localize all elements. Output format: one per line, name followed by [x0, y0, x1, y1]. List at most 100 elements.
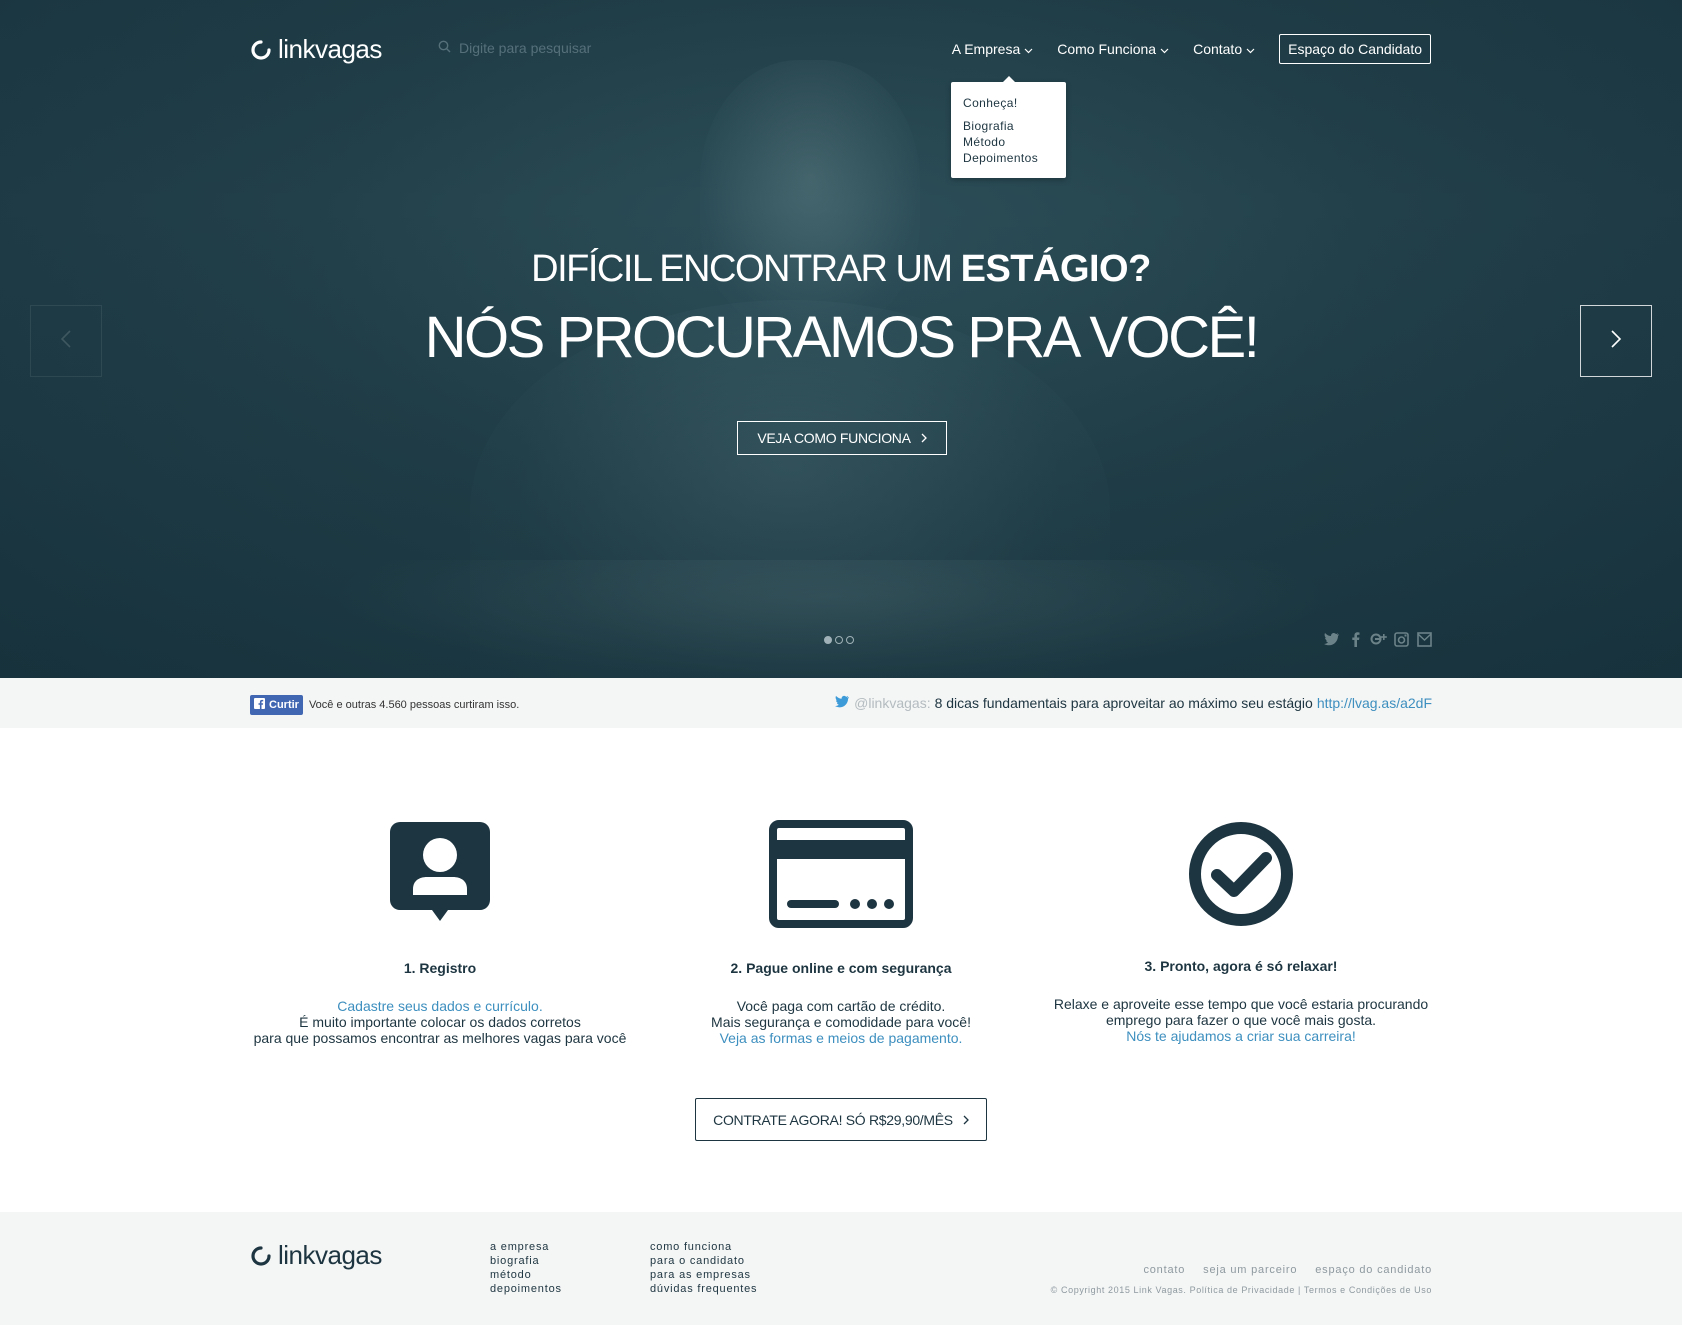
nav-item-label: A Empresa	[951, 41, 1021, 57]
chevron-down-icon	[1246, 41, 1255, 57]
feature-text-line: Relaxe e aproveite esse tempo que você e…	[1053, 996, 1429, 1012]
hero-section: linkvagas A Empresa Como Funciona Contat…	[0, 0, 1682, 678]
hero-subheadline: NÓS PROCURAMOS PRA VOCÊ!	[424, 305, 1260, 370]
footer-link-contato[interactable]: contato	[1143, 1264, 1185, 1276]
facebook-icon[interactable]	[1346, 630, 1364, 648]
feature-registro: 1. Registro Cadastre seus dados e curríc…	[250, 820, 630, 1046]
nav-item-a-empresa[interactable]: A Empresa	[952, 41, 1033, 57]
candidate-area-button[interactable]: Espaço do Candidato	[1279, 34, 1431, 64]
social-strip: Curtir Você e outras 4.560 pessoas curti…	[0, 678, 1682, 728]
dropdown-link-depoimentos[interactable]: Depoimentos	[963, 150, 1054, 166]
chevron-left-icon	[60, 329, 72, 353]
chevron-right-icon	[921, 430, 927, 446]
slider-dot-1[interactable]	[824, 636, 832, 644]
tweet-link[interactable]: http://lvag.as/a2dF	[1317, 695, 1432, 711]
nav-item-label: Contato	[1193, 41, 1243, 57]
hero-headline-bold: ESTÁGIO?	[960, 248, 1152, 290]
chevron-down-icon	[1160, 41, 1169, 57]
feature-text-line: Mais segurança e comodidade para você!	[711, 1014, 971, 1030]
nav-item-como-funciona[interactable]: Como Funciona	[1057, 41, 1169, 57]
footer-copyright: © Copyright 2015 Link Vagas. Política de…	[1050, 1285, 1432, 1295]
footer-link-espaco-do-candidato[interactable]: espaço do candidato	[1315, 1264, 1432, 1276]
footer-column-como-funciona: como funciona para o candidato para as e…	[650, 1240, 757, 1296]
empresa-dropdown-menu: Conheça! Biografia Método Depoimentos	[951, 76, 1066, 178]
hire-now-label: CONTRATE AGORA! SÓ R$29,90/MÊS	[713, 1111, 953, 1128]
slider-dot-2[interactable]	[835, 636, 843, 644]
site-footer: linkvagas a empresa biografia método dep…	[0, 1212, 1682, 1325]
hire-now-button[interactable]: CONTRATE AGORA! SÓ R$29,90/MÊS	[695, 1098, 987, 1141]
facebook-icon	[254, 698, 265, 712]
user-profile-icon	[250, 820, 630, 932]
feature-text-line: emprego para fazer o que você mais gosta…	[1105, 1012, 1377, 1028]
feature-link[interactable]: Nós te ajudamos a criar sua carreira!	[1126, 1028, 1356, 1044]
brand-name-rest: vagas	[315, 34, 382, 64]
brand-logo[interactable]: linkvagas	[250, 34, 382, 65]
feature-pagamento: 2. Pague online e com segurança Você pag…	[651, 820, 1031, 1046]
facebook-like-widget: Curtir Você e outras 4.560 pessoas curti…	[250, 695, 519, 715]
tweet-handle[interactable]: @linkvagas:	[854, 695, 930, 711]
nav-item-contato[interactable]: Contato	[1193, 41, 1255, 57]
dropdown-title: Conheça!	[963, 96, 1018, 110]
dropdown-link-metodo[interactable]: Método	[963, 134, 1054, 150]
footer-link-seja-um-parceiro[interactable]: seja um parceiro	[1203, 1264, 1297, 1276]
chevron-right-icon	[963, 1112, 969, 1128]
brand-name-bold: link	[278, 34, 316, 64]
facebook-like-label: Curtir	[269, 699, 299, 711]
footer-link-depoimentos[interactable]: depoimentos	[490, 1282, 562, 1296]
social-links	[1323, 630, 1433, 648]
feature-description: Cadastre seus dados e currículo. É muito…	[250, 998, 630, 1046]
feature-title: 1. Registro	[403, 960, 477, 976]
logo-icon	[250, 39, 272, 61]
brand-name-rest: vagas	[315, 1240, 382, 1270]
how-it-works-label: VEJA COMO FUNCIONA	[757, 430, 911, 446]
hero-headline: DIFÍCIL ENCONTRAR UM ESTÁGIO?	[0, 248, 1682, 291]
chevron-right-icon	[1610, 329, 1622, 353]
slider-dot-3[interactable]	[846, 636, 854, 644]
tweet-text: 8 dicas fundamentais para aproveitar ao …	[934, 695, 1313, 711]
google-plus-icon[interactable]	[1369, 630, 1387, 648]
footer-link-biografia[interactable]: biografia	[490, 1254, 562, 1268]
footer-logo[interactable]: linkvagas	[250, 1240, 382, 1271]
brand-name-bold: link	[278, 1240, 316, 1270]
feature-text-line: Você paga com cartão de crédito.	[736, 998, 946, 1014]
search-input[interactable]	[459, 40, 659, 56]
main-nav: A Empresa Como Funciona Contato Espaço d…	[952, 34, 1431, 64]
footer-column-empresa: a empresa biografia método depoimentos	[490, 1240, 562, 1296]
slider-dots	[824, 636, 854, 644]
feature-description: Você paga com cartão de crédito. Mais se…	[651, 998, 1031, 1046]
footer-link-a-empresa[interactable]: a empresa	[490, 1240, 562, 1254]
feature-relaxar: 3. Pronto, agora é só relaxar! Relaxe e …	[1051, 820, 1431, 1044]
feature-title: 2. Pague online e com segurança	[730, 960, 952, 976]
credit-card-icon	[651, 820, 1031, 932]
facebook-like-count: Você e outras 4.560 pessoas curtiram iss…	[308, 699, 520, 711]
nav-item-label: Como Funciona	[1057, 41, 1157, 57]
how-it-works-button[interactable]: VEJA COMO FUNCIONA	[737, 421, 947, 455]
email-icon[interactable]	[1415, 630, 1433, 648]
footer-link-metodo[interactable]: método	[490, 1268, 562, 1282]
search-icon	[438, 40, 451, 56]
footer-secondary-links: contato seja um parceiro espaço do candi…	[1143, 1264, 1432, 1276]
instagram-icon[interactable]	[1392, 630, 1410, 648]
search-bar	[438, 40, 659, 56]
dropdown-link-biografia[interactable]: Biografia	[963, 118, 1054, 134]
feature-link[interactable]: Veja as formas e meios de pagamento.	[720, 1030, 963, 1046]
feature-link[interactable]: Cadastre seus dados e currículo.	[337, 998, 542, 1014]
latest-tweet: @linkvagas: 8 dicas fundamentais para ap…	[835, 695, 1432, 711]
footer-link-duvidas-frequentes[interactable]: dúvidas frequentes	[650, 1282, 757, 1296]
feature-text-line: É muito importante colocar os dados corr…	[299, 1014, 581, 1030]
hero-headline-regular: DIFÍCIL ENCONTRAR UM	[531, 248, 961, 290]
footer-link-para-o-candidato[interactable]: para o candidato	[650, 1254, 757, 1268]
checkmark-circle-icon	[1051, 820, 1431, 932]
twitter-icon	[835, 695, 850, 711]
feature-description: Relaxe e aproveite esse tempo que você e…	[1051, 996, 1431, 1044]
feature-title: 3. Pronto, agora é só relaxar!	[1144, 958, 1338, 974]
feature-text-line: para que possamos encontrar as melhores …	[253, 1030, 627, 1046]
slider-prev-button[interactable]	[30, 305, 102, 377]
logo-icon	[250, 1245, 272, 1267]
footer-link-como-funciona[interactable]: como funciona	[650, 1240, 757, 1254]
facebook-like-button[interactable]: Curtir	[250, 695, 303, 715]
footer-link-para-as-empresas[interactable]: para as empresas	[650, 1268, 757, 1282]
twitter-icon[interactable]	[1323, 630, 1341, 648]
chevron-down-icon	[1024, 41, 1033, 57]
slider-next-button[interactable]	[1580, 305, 1652, 377]
